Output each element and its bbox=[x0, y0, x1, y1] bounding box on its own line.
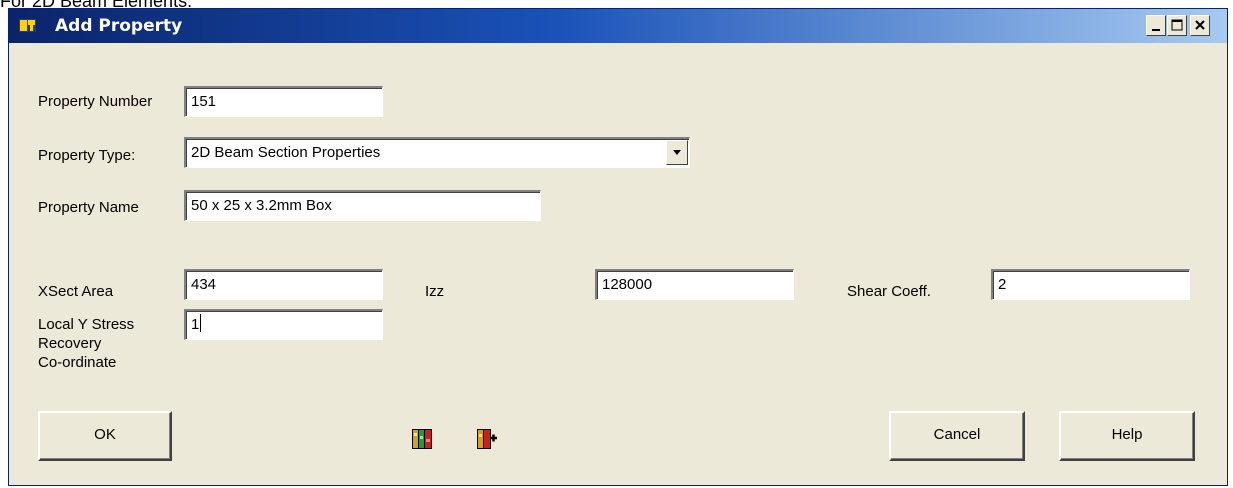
ok-button[interactable]: OK bbox=[38, 411, 172, 461]
property-number-label: Property Number bbox=[38, 93, 153, 110]
close-button[interactable] bbox=[1190, 15, 1210, 36]
chevron-down-icon bbox=[673, 150, 681, 155]
xsect-area-field[interactable]: 434 bbox=[184, 269, 383, 300]
property-number-field[interactable]: 151 bbox=[184, 86, 383, 117]
dropdown-button[interactable] bbox=[666, 140, 688, 165]
local-y-stress-label-1: Local Y Stress bbox=[38, 316, 135, 333]
title-bar[interactable]: Add Property bbox=[9, 9, 1227, 43]
izz-label: Izz bbox=[425, 283, 445, 300]
local-y-stress-field[interactable]: 1 bbox=[184, 309, 383, 340]
property-type-label: Property Type: bbox=[38, 147, 136, 164]
local-y-stress-label-2: Recovery bbox=[38, 335, 102, 352]
close-icon bbox=[1195, 20, 1205, 30]
add-to-library-icon[interactable] bbox=[477, 427, 497, 449]
cancel-button[interactable]: Cancel bbox=[889, 411, 1025, 461]
local-y-stress-label-3: Co-ordinate bbox=[38, 354, 117, 371]
maximize-icon bbox=[1171, 19, 1183, 31]
help-button[interactable]: Help bbox=[1059, 411, 1195, 461]
property-type-select[interactable]: 2D Beam Section Properties bbox=[184, 137, 690, 168]
minimize-icon bbox=[1152, 29, 1160, 31]
izz-field[interactable]: 128000 bbox=[595, 269, 794, 300]
maximize-button[interactable] bbox=[1167, 15, 1187, 36]
femap-icon bbox=[19, 19, 36, 32]
window-title: Add Property bbox=[55, 16, 183, 36]
text-caret bbox=[200, 314, 202, 332]
add-property-dialog: Add Property Property Number 151 Propert… bbox=[8, 8, 1228, 486]
minimize-button[interactable] bbox=[1146, 15, 1166, 36]
section-library-icon[interactable] bbox=[412, 427, 432, 449]
shear-coeff-field[interactable]: 2 bbox=[991, 269, 1190, 300]
property-name-field[interactable]: 50 x 25 x 3.2mm Box bbox=[184, 190, 541, 221]
property-name-label: Property Name bbox=[38, 199, 139, 216]
local-y-stress-value: 1 bbox=[191, 316, 200, 333]
shear-coeff-label: Shear Coeff. bbox=[847, 283, 931, 300]
property-type-value: 2D Beam Section Properties bbox=[191, 144, 381, 161]
xsect-area-label: XSect Area bbox=[38, 283, 114, 300]
